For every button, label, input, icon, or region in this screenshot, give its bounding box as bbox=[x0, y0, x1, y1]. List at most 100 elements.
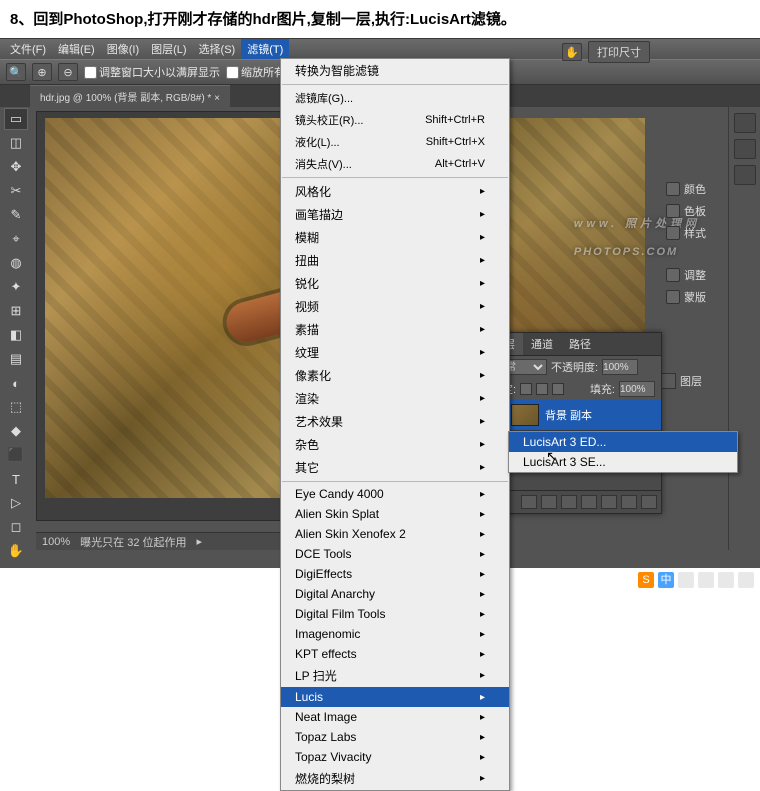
sogou-icon[interactable]: S bbox=[638, 572, 654, 588]
fit-window-checkbox[interactable]: 调整窗口大小以满屏显示 bbox=[84, 64, 220, 80]
ime-softkb-icon[interactable] bbox=[698, 572, 714, 588]
dock-btn-1[interactable] bbox=[734, 113, 756, 133]
zoom-level[interactable]: 100% bbox=[42, 536, 70, 548]
mi-liquify[interactable]: 液化(L)...Shift+Ctrl+X bbox=[281, 131, 509, 153]
menu-image[interactable]: 图像(I) bbox=[101, 39, 145, 59]
mi-风格化[interactable]: 风格化 bbox=[281, 180, 509, 203]
hand-icon[interactable]: ✋ bbox=[562, 43, 582, 61]
lock-pixels-icon[interactable] bbox=[520, 383, 532, 395]
mi-digital-anarchy[interactable]: Digital Anarchy bbox=[281, 584, 509, 604]
mi-视频[interactable]: 视频 bbox=[281, 295, 509, 318]
layer-row[interactable]: 背景 副本 bbox=[485, 400, 661, 431]
menu-separator bbox=[282, 84, 508, 85]
dock-btn-3[interactable] bbox=[734, 165, 756, 185]
tab-channels[interactable]: 通道 bbox=[523, 333, 561, 355]
menu-select[interactable]: 选择(S) bbox=[193, 39, 242, 59]
menu-file[interactable]: 文件(F) bbox=[4, 39, 52, 59]
ime-cn-icon[interactable]: 中 bbox=[658, 572, 674, 588]
lock-all-icon[interactable] bbox=[552, 383, 564, 395]
eyedropper-tool-icon[interactable]: ✎ bbox=[4, 204, 28, 226]
print-size-button[interactable]: 打印尺寸 bbox=[588, 41, 650, 63]
link-layers-icon[interactable] bbox=[521, 495, 537, 509]
menu-edit[interactable]: 编辑(E) bbox=[52, 39, 101, 59]
zoom-tool2-icon[interactable]: ✋ bbox=[4, 540, 28, 562]
panel-adjustments[interactable]: 调整 bbox=[666, 267, 726, 283]
ime-menu-icon[interactable] bbox=[738, 572, 754, 588]
menu-layer[interactable]: 图层(L) bbox=[145, 39, 192, 59]
mi-lens-correction[interactable]: 镜头校正(R)...Shift+Ctrl+R bbox=[281, 109, 509, 131]
mi-lucis[interactable]: Lucis bbox=[281, 687, 509, 707]
mi-像素化[interactable]: 像素化 bbox=[281, 364, 509, 387]
ime-punct-icon[interactable] bbox=[678, 572, 694, 588]
mi-杂色[interactable]: 杂色 bbox=[281, 433, 509, 456]
new-layer-icon[interactable] bbox=[621, 495, 637, 509]
mi-digital-film-tools[interactable]: Digital Film Tools bbox=[281, 604, 509, 624]
zoom-out-icon[interactable]: ⊖ bbox=[58, 63, 78, 81]
eraser-tool-icon[interactable]: ◧ bbox=[4, 324, 28, 346]
lock-position-icon[interactable] bbox=[536, 383, 548, 395]
mi-lp-扫光[interactable]: LP 扫光 bbox=[281, 664, 509, 687]
mi-digieffects[interactable]: DigiEffects bbox=[281, 564, 509, 584]
path-tool-icon[interactable]: T bbox=[4, 468, 28, 490]
hand-tool-icon[interactable]: ◻ bbox=[4, 516, 28, 538]
mi-neat-image[interactable]: Neat Image bbox=[281, 707, 509, 727]
mi-燃烧的梨树[interactable]: 燃烧的梨树 bbox=[281, 767, 509, 790]
clone-tool-icon[interactable]: ✦ bbox=[4, 276, 28, 298]
shape-tool-icon[interactable]: ▷ bbox=[4, 492, 28, 514]
fill-input[interactable] bbox=[619, 381, 655, 397]
mi-lucisart-se[interactable]: LucisArt 3 SE... bbox=[509, 452, 737, 472]
mi-画笔描边[interactable]: 画笔描边 bbox=[281, 203, 509, 226]
ime-skin-icon[interactable] bbox=[718, 572, 734, 588]
spot-heal-tool-icon[interactable]: ⌖ bbox=[4, 228, 28, 250]
history-brush-icon[interactable]: ⊞ bbox=[4, 300, 28, 322]
marquee-tool-icon[interactable]: ◫ bbox=[4, 132, 28, 154]
brush-tool-icon[interactable]: ◍ bbox=[4, 252, 28, 274]
mi-kpt-effects[interactable]: KPT effects bbox=[281, 644, 509, 664]
mi-其它[interactable]: 其它 bbox=[281, 456, 509, 479]
fx-icon[interactable] bbox=[541, 495, 557, 509]
mi-艺术效果[interactable]: 艺术效果 bbox=[281, 410, 509, 433]
delete-layer-icon[interactable] bbox=[641, 495, 657, 509]
panel-swatches[interactable]: 色板 bbox=[666, 203, 726, 219]
gradient-tool-icon[interactable]: ▤ bbox=[4, 348, 28, 370]
group-icon[interactable] bbox=[601, 495, 617, 509]
zoom-in-icon[interactable]: ⊕ bbox=[32, 63, 52, 81]
lasso-tool-icon[interactable]: ✥ bbox=[4, 156, 28, 178]
mi-eye-candy-4000[interactable]: Eye Candy 4000 bbox=[281, 484, 509, 504]
mi-alien-skin-xenofex-2[interactable]: Alien Skin Xenofex 2 bbox=[281, 524, 509, 544]
crop-tool-icon[interactable]: ✂ bbox=[4, 180, 28, 202]
mi-smart-filter[interactable]: 转换为智能滤镜 bbox=[281, 59, 509, 82]
mask-icon[interactable] bbox=[561, 495, 577, 509]
panel-masks[interactable]: 蒙版 bbox=[666, 289, 726, 305]
type-tool-icon[interactable]: ⬛ bbox=[4, 444, 28, 466]
opacity-input[interactable] bbox=[602, 359, 638, 375]
mi-topaz-labs[interactable]: Topaz Labs bbox=[281, 727, 509, 747]
zoom-tool-icon[interactable]: 🔍 bbox=[6, 63, 26, 81]
mi-扭曲[interactable]: 扭曲 bbox=[281, 249, 509, 272]
mi-vanishing-point[interactable]: 消失点(V)...Alt+Ctrl+V bbox=[281, 153, 509, 175]
menu-filter[interactable]: 滤镜(T) bbox=[241, 39, 289, 59]
panel-color[interactable]: 颜色 bbox=[666, 181, 726, 197]
mi-lucisart-ed[interactable]: LucisArt 3 ED... bbox=[509, 432, 737, 452]
mi-渲染[interactable]: 渲染 bbox=[281, 387, 509, 410]
mi-dce-tools[interactable]: DCE Tools bbox=[281, 544, 509, 564]
mi-alien-skin-splat[interactable]: Alien Skin Splat bbox=[281, 504, 509, 524]
pen-tool-icon[interactable]: ◆ bbox=[4, 420, 28, 442]
tab-paths[interactable]: 路径 bbox=[561, 333, 599, 355]
mi-topaz-vivacity[interactable]: Topaz Vivacity bbox=[281, 747, 509, 767]
mi-imagenomic[interactable]: Imagenomic bbox=[281, 624, 509, 644]
mi-模糊[interactable]: 模糊 bbox=[281, 226, 509, 249]
move-tool-icon[interactable]: ▭ bbox=[4, 108, 28, 130]
mi-素描[interactable]: 素描 bbox=[281, 318, 509, 341]
panel-layers-shortcut[interactable]: 图层 bbox=[660, 373, 726, 389]
dock-btn-2[interactable] bbox=[734, 139, 756, 159]
mi-锐化[interactable]: 锐化 bbox=[281, 272, 509, 295]
mi-纹理[interactable]: 纹理 bbox=[281, 341, 509, 364]
panel-styles[interactable]: 样式 bbox=[666, 225, 726, 241]
mi-filter-gallery[interactable]: 滤镜库(G)... bbox=[281, 87, 509, 109]
blur-tool-icon[interactable]: ◐ bbox=[4, 372, 28, 394]
dodge-tool-icon[interactable]: ⬚ bbox=[4, 396, 28, 418]
status-arrow-icon[interactable]: ▸ bbox=[197, 535, 203, 548]
document-tab[interactable]: hdr.jpg @ 100% (背景 副本, RGB/8#) * × bbox=[30, 85, 230, 107]
adjustment-layer-icon[interactable] bbox=[581, 495, 597, 509]
